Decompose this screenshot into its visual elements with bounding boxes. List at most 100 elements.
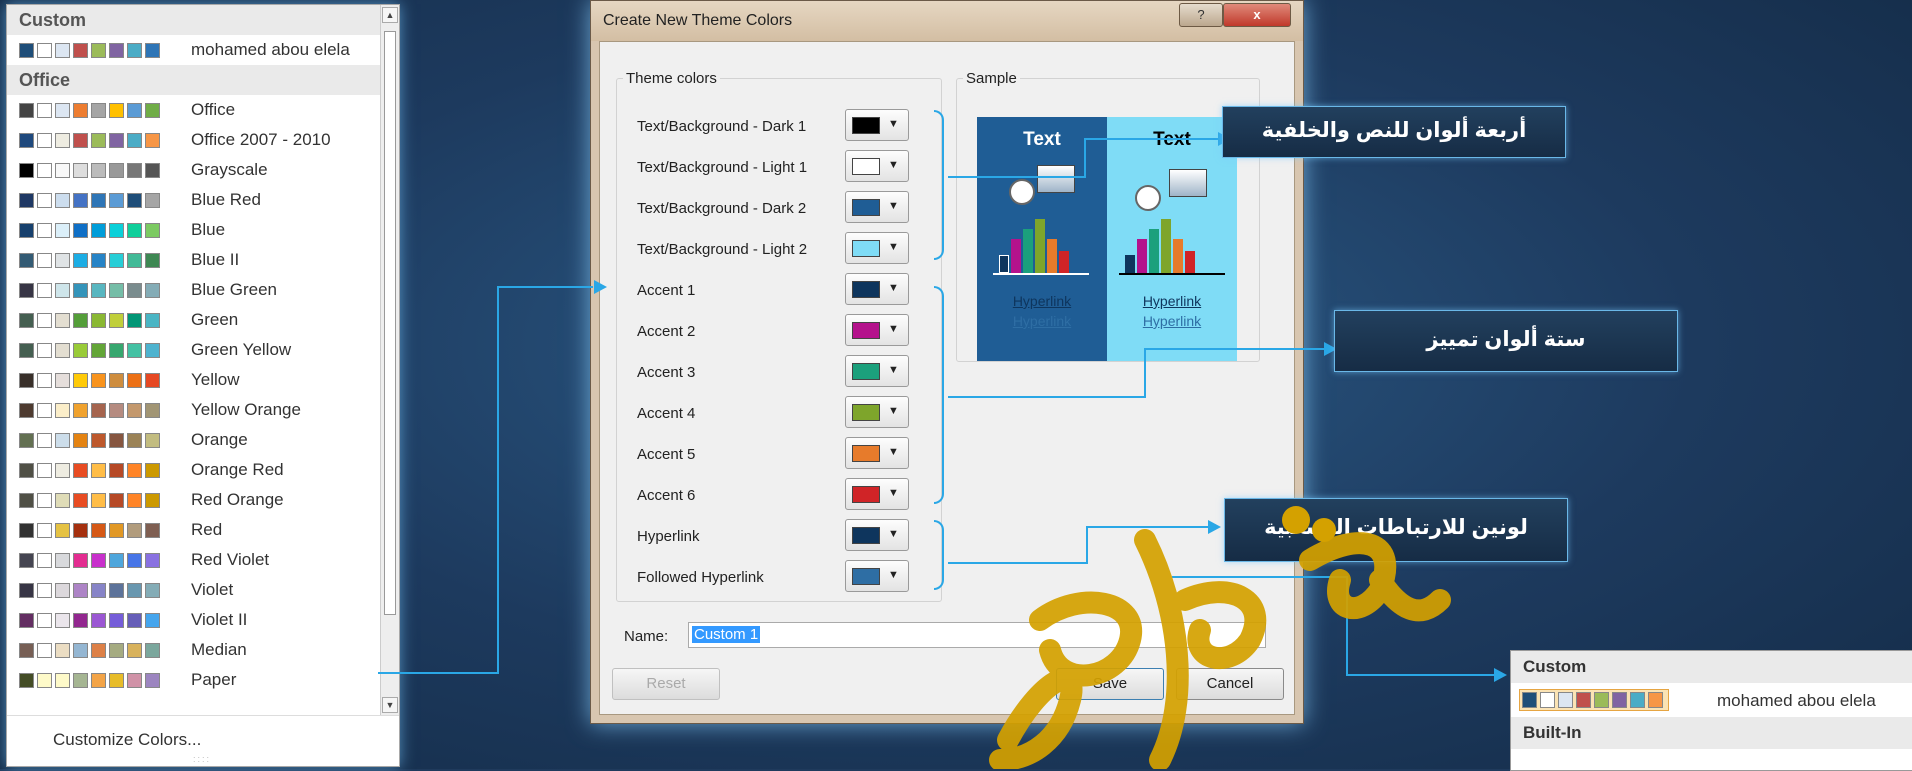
color-swatches xyxy=(19,372,163,388)
chevron-down-icon: ▼ xyxy=(888,446,899,458)
chevron-down-icon: ▼ xyxy=(888,323,899,335)
reset-button[interactable]: Reset xyxy=(612,668,720,700)
color-swatch xyxy=(37,162,52,178)
color-picker-button[interactable]: ▼ xyxy=(845,232,909,264)
theme-item[interactable]: Red Violet xyxy=(7,545,381,575)
scroll-thumb[interactable] xyxy=(384,31,396,615)
theme-item[interactable]: Blue xyxy=(7,215,381,245)
name-input[interactable]: Custom 1 xyxy=(688,622,1266,648)
color-picker-button[interactable]: ▼ xyxy=(845,191,909,223)
theme-item[interactable]: Orange xyxy=(7,425,381,455)
color-swatches xyxy=(19,462,163,478)
theme-item[interactable]: Red Orange xyxy=(7,485,381,515)
theme-item[interactable]: Orange Red xyxy=(7,455,381,485)
theme-item[interactable]: Office 2007 - 2010 xyxy=(7,125,381,155)
menu-scrollbar[interactable]: ▲ ▼ xyxy=(380,5,399,715)
theme-color-row: Accent 4 ▼ xyxy=(637,396,937,430)
theme-item[interactable]: Green Yellow xyxy=(7,335,381,365)
sample-hyperlink-light: Hyperlink xyxy=(1142,293,1202,309)
color-swatch xyxy=(91,432,106,448)
color-swatch xyxy=(127,132,142,148)
color-picker-button[interactable]: ▼ xyxy=(845,560,909,592)
save-button[interactable]: Save xyxy=(1056,668,1164,700)
scroll-down-icon[interactable]: ▼ xyxy=(382,697,398,713)
color-swatch xyxy=(145,582,160,598)
color-picker-button[interactable]: ▼ xyxy=(845,478,909,510)
color-swatch xyxy=(91,612,106,628)
color-swatch xyxy=(145,162,160,178)
color-swatch xyxy=(109,492,124,508)
color-swatch xyxy=(127,282,142,298)
theme-item[interactable]: Green xyxy=(7,305,381,335)
theme-item[interactable]: Yellow xyxy=(7,365,381,395)
theme-item-label: Red Orange xyxy=(191,490,284,509)
color-swatch xyxy=(109,642,124,658)
color-picker-button[interactable]: ▼ xyxy=(845,314,909,346)
theme-item[interactable]: Red xyxy=(7,515,381,545)
mini-theme-item[interactable]: mohamed abou elela xyxy=(1511,683,1912,717)
help-button[interactable]: ? xyxy=(1179,3,1223,27)
color-swatch xyxy=(37,132,52,148)
color-swatch xyxy=(73,462,88,478)
resize-grip-icon[interactable]: :::: xyxy=(193,754,211,764)
color-chip xyxy=(852,527,880,544)
color-swatch xyxy=(145,222,160,238)
color-swatch xyxy=(55,492,70,508)
color-swatch xyxy=(73,252,88,268)
theme-item-label: Yellow xyxy=(191,370,240,389)
theme-item[interactable]: Grayscale xyxy=(7,155,381,185)
theme-color-row: Hyperlink ▼ xyxy=(637,519,937,553)
color-picker-button[interactable]: ▼ xyxy=(845,109,909,141)
color-swatch xyxy=(109,102,124,118)
color-swatches xyxy=(19,672,163,688)
theme-item[interactable]: Paper xyxy=(7,665,381,695)
chevron-down-icon: ▼ xyxy=(888,569,899,581)
color-swatch xyxy=(37,312,52,328)
scroll-up-icon[interactable]: ▲ xyxy=(382,7,398,23)
color-picker-button[interactable]: ▼ xyxy=(845,273,909,305)
color-swatches xyxy=(19,192,163,208)
theme-color-row: Text/Background - Dark 2 ▼ xyxy=(637,191,937,225)
color-swatch xyxy=(109,522,124,538)
color-swatch xyxy=(73,642,88,658)
theme-item[interactable]: Median xyxy=(7,635,381,665)
color-picker-button[interactable]: ▼ xyxy=(845,437,909,469)
theme-item[interactable]: Blue Red xyxy=(7,185,381,215)
theme-item[interactable]: Yellow Orange xyxy=(7,395,381,425)
theme-color-row: Accent 5 ▼ xyxy=(637,437,937,471)
color-swatch xyxy=(19,672,34,688)
theme-item-custom[interactable]: mohamed abou elela xyxy=(7,35,381,65)
color-picker-button[interactable]: ▼ xyxy=(845,519,909,551)
theme-item-label: Median xyxy=(191,640,247,659)
dialog-titlebar[interactable]: Create New Theme Colors ? x xyxy=(591,1,1303,41)
color-picker-button[interactable]: ▼ xyxy=(845,355,909,387)
color-swatch xyxy=(19,342,34,358)
theme-item-label: Office 2007 - 2010 xyxy=(191,130,331,149)
color-swatch xyxy=(55,612,70,628)
sample-followed-light: Hyperlink xyxy=(1142,313,1202,329)
color-swatches xyxy=(19,222,163,238)
customize-colors-item[interactable]: Customize Colors... :::: xyxy=(7,715,399,766)
color-picker-button[interactable]: ▼ xyxy=(845,396,909,428)
color-swatches xyxy=(19,102,163,118)
close-button[interactable]: x xyxy=(1223,3,1291,27)
color-swatch xyxy=(127,312,142,328)
theme-item[interactable]: Office xyxy=(7,95,381,125)
theme-item[interactable]: Blue II xyxy=(7,245,381,275)
chevron-down-icon: ▼ xyxy=(888,487,899,499)
color-chip xyxy=(852,281,880,298)
color-chip xyxy=(852,199,880,216)
sample-text-dark: Text xyxy=(1023,129,1061,150)
color-swatch xyxy=(37,552,52,568)
color-swatch xyxy=(145,462,160,478)
customize-colors-label: Customize Colors... xyxy=(53,730,202,749)
color-swatch xyxy=(1630,692,1645,708)
theme-item[interactable]: Violet xyxy=(7,575,381,605)
color-swatch xyxy=(91,42,106,58)
theme-item[interactable]: Violet II xyxy=(7,605,381,635)
color-swatch xyxy=(73,372,88,388)
cancel-button[interactable]: Cancel xyxy=(1176,668,1284,700)
color-picker-button[interactable]: ▼ xyxy=(845,150,909,182)
theme-item[interactable]: Blue Green xyxy=(7,275,381,305)
color-swatch xyxy=(19,252,34,268)
